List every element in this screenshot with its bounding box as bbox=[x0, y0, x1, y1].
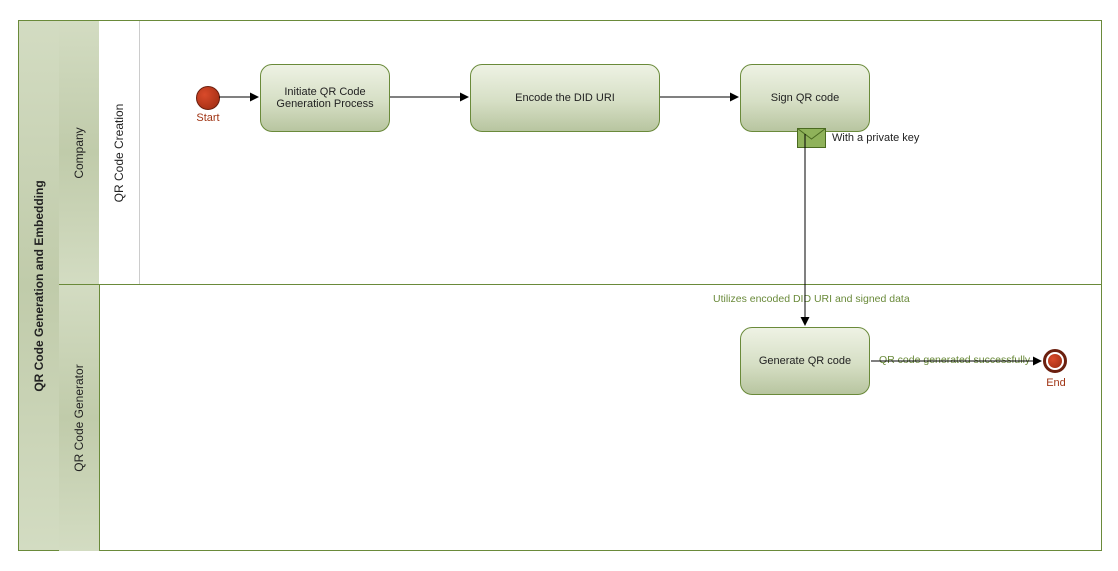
lane-generator-label: QR Code Generator bbox=[72, 364, 86, 471]
task-generate: Generate QR code bbox=[740, 327, 870, 395]
envelope-icon bbox=[797, 128, 826, 148]
task-initiate-label: Initiate QR Code Generation Process bbox=[265, 86, 385, 110]
start-event bbox=[196, 86, 220, 110]
pool-header: QR Code Generation and Embedding bbox=[19, 21, 60, 550]
lane-generator: QR Code Generator bbox=[59, 285, 1102, 551]
flow-success-label: QR code generated successfully bbox=[879, 354, 1030, 366]
envelope-label: With a private key bbox=[832, 132, 919, 144]
end-event-inner bbox=[1048, 354, 1062, 368]
flow-utilize-label: Utilizes encoded DID URI and signed data bbox=[713, 293, 910, 305]
sublane-header: QR Code Creation bbox=[99, 21, 140, 284]
end-event bbox=[1043, 349, 1067, 373]
sublane-label: QR Code Creation bbox=[112, 103, 126, 202]
lane-company-label: Company bbox=[72, 127, 86, 178]
lane-company: Company QR Code Creation bbox=[59, 21, 1102, 285]
task-initiate: Initiate QR Code Generation Process bbox=[260, 64, 390, 132]
start-event-label: Start bbox=[196, 112, 220, 124]
pool-title: QR Code Generation and Embedding bbox=[32, 180, 46, 391]
task-encode-label: Encode the DID URI bbox=[515, 92, 615, 104]
lane-generator-header: QR Code Generator bbox=[59, 285, 100, 551]
lane-company-header: Company bbox=[59, 21, 100, 284]
end-event-label: End bbox=[1045, 377, 1067, 389]
task-generate-label: Generate QR code bbox=[759, 355, 851, 367]
task-encode: Encode the DID URI bbox=[470, 64, 660, 132]
task-sign: Sign QR code bbox=[740, 64, 870, 132]
task-sign-label: Sign QR code bbox=[771, 92, 839, 104]
